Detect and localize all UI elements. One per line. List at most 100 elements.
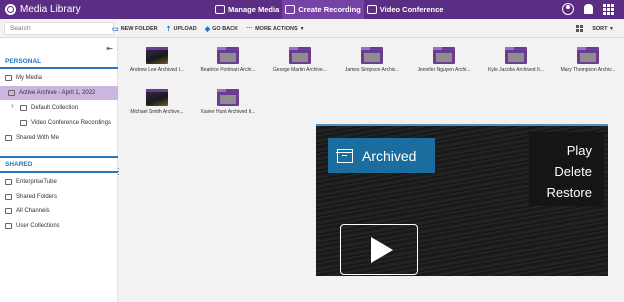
media-item-video[interactable]: Michael Smith Archive...: [122, 89, 192, 115]
item-label: Jennifer Nguyen Archi...: [417, 67, 471, 73]
shared-section-title: SHARED: [5, 161, 33, 168]
delete-action[interactable]: Delete: [529, 161, 592, 182]
sidebar-item-enterprisetube[interactable]: EnterpriseTube: [5, 175, 57, 189]
sidebar-item-label: EnterpriseTube: [16, 179, 57, 185]
recording-icon: [285, 5, 296, 14]
collections-icon: [5, 223, 12, 229]
create-recording-button[interactable]: Create Recording: [282, 0, 364, 19]
folder-icon: [217, 47, 239, 64]
archived-badge: Archived: [328, 138, 435, 173]
sort-caret-icon: ▼: [609, 25, 614, 32]
app-title: Media Library: [20, 4, 81, 15]
media-item-folder[interactable]: Mary Thompson Archiv...: [553, 47, 623, 73]
video-conference-button[interactable]: Video Conference: [364, 0, 447, 19]
sort-button[interactable]: SORT ▼: [592, 26, 614, 32]
sidebar-item-label: Default Collection: [31, 105, 79, 111]
preview-actions-menu: Play Delete Restore: [529, 132, 604, 206]
folder-icon: [217, 89, 239, 106]
item-label: George Martin Archive...: [273, 67, 327, 73]
sidebar-item-shared-folders[interactable]: Shared Folders: [5, 190, 57, 204]
video-conference-label: Video Conference: [379, 5, 444, 14]
media-icon: [215, 5, 225, 14]
play-action[interactable]: Play: [529, 140, 592, 161]
dropdown-caret-icon: ▼: [299, 25, 305, 32]
sidebar-item-video-conference-recordings[interactable]: Video Conference Recordings: [20, 116, 111, 130]
media-item-folder[interactable]: James Simpson Archiv...: [337, 47, 407, 73]
shared-divider-top: [0, 156, 118, 158]
go-back-label: GO BACK: [212, 25, 239, 32]
sidebar-item-all-channels[interactable]: All Channels: [5, 204, 50, 218]
manage-media-button[interactable]: Manage Media: [212, 0, 282, 19]
item-label: Andrew Lee Archived I...: [129, 67, 185, 73]
shared-divider: [0, 171, 118, 173]
top-nav: Manage Media Create Recording Video Conf…: [212, 0, 446, 19]
logo-icon: [5, 4, 16, 15]
folder-icon: [361, 47, 383, 64]
video-conference-icon: [366, 5, 377, 14]
globe-icon: [5, 179, 12, 185]
sidebar-item-label: My Media: [16, 75, 43, 81]
upload-label: UPLOAD: [173, 25, 197, 32]
media-item-folder[interactable]: George Martin Archive...: [265, 47, 335, 73]
more-actions-label: MORE ACTIONS: [255, 25, 298, 32]
expand-chevron-icon[interactable]: ›: [11, 101, 14, 110]
media-item-folder[interactable]: Beatrice Portinari Archi...: [193, 47, 263, 73]
sidebar-item-label: Video Conference Recordings: [31, 120, 111, 126]
new-folder-label: NEW FOLDER: [120, 25, 158, 32]
item-label: Mary Thompson Archiv...: [560, 67, 616, 73]
brand[interactable]: Media Library: [0, 0, 120, 19]
upload-icon: ⇡: [165, 25, 172, 33]
sort-label: SORT: [592, 25, 608, 32]
folder-icon: [289, 47, 311, 64]
play-icon: [370, 236, 393, 263]
video-thumbnail: [146, 89, 168, 106]
channels-icon: [5, 208, 12, 214]
sidebar-item-active-archive[interactable]: Active Archive - April 1, 2022: [0, 86, 118, 100]
go-back-icon: ◆: [204, 25, 211, 33]
personal-section-title: PERSONAL: [5, 58, 42, 65]
manage-media-label: Manage Media: [228, 5, 280, 14]
item-label: James Simpson Archiv...: [344, 67, 400, 73]
folder-icon: [433, 47, 455, 64]
media-item-folder[interactable]: Kyle Jacobs Archived It...: [481, 47, 551, 73]
item-label: Xavier Hunt Archived It...: [200, 109, 256, 115]
play-button[interactable]: [340, 224, 418, 275]
more-actions-button[interactable]: ··· MORE ACTIONS ▼: [246, 25, 305, 32]
search-input[interactable]: Search: [4, 22, 114, 35]
media-item-folder[interactable]: Jennifer Nguyen Archi...: [409, 47, 479, 73]
toolbar: ▭ NEW FOLDER ⇡ UPLOAD ◆ GO BACK ··· MORE ACT…: [112, 22, 305, 35]
folder-icon: [20, 105, 27, 111]
sidebar-resize-handle-icon[interactable]: · · ·: [117, 165, 120, 179]
media-item-folder[interactable]: Xavier Hunt Archived It...: [193, 89, 263, 115]
archived-label: Archived: [362, 147, 417, 164]
sidebar-item-my-media[interactable]: My Media: [5, 71, 115, 85]
media-item-video[interactable]: Andrew Lee Archived I...: [122, 47, 192, 73]
notification-bell-icon[interactable]: [584, 4, 593, 14]
folder-icon: [5, 194, 12, 200]
personal-divider: [0, 67, 118, 69]
sidebar-item-shared-with-me[interactable]: Shared With Me: [5, 131, 59, 145]
user-avatar-icon[interactable]: [562, 3, 574, 15]
restore-action[interactable]: Restore: [529, 182, 592, 203]
folder-icon: [577, 47, 599, 64]
upload-button[interactable]: ⇡ UPLOAD: [166, 25, 197, 33]
item-label: Michael Smith Archive...: [130, 109, 184, 115]
media-preview-panel: Archived Play Delete Restore: [316, 124, 608, 276]
sidebar-item-label: Shared With Me: [16, 135, 60, 141]
folder-icon: [8, 90, 15, 96]
go-back-button[interactable]: ◆ GO BACK: [205, 25, 238, 33]
item-label: Beatrice Portinari Archi...: [200, 67, 256, 73]
home-icon: [5, 75, 12, 81]
grid-view-icon[interactable]: [576, 25, 584, 32]
sidebar-item-label: User Collections: [16, 223, 60, 229]
collapse-sidebar-icon[interactable]: ⇤: [106, 44, 113, 53]
item-label: Kyle Jacobs Archived It...: [488, 67, 544, 73]
sidebar-item-default-collection[interactable]: Default Collection: [20, 101, 78, 115]
new-folder-button[interactable]: ▭ NEW FOLDER: [112, 25, 158, 33]
sidebar-item-label: Shared Folders: [16, 194, 58, 200]
folder-icon: [505, 47, 527, 64]
app-grid-icon[interactable]: [603, 3, 614, 15]
sidebar: ⇤ PERSONAL My Media Active Archive - Apr…: [0, 38, 118, 302]
sidebar-item-user-collections[interactable]: User Collections: [5, 219, 60, 233]
sidebar-item-label: Active Archive - April 1, 2022: [19, 90, 96, 96]
